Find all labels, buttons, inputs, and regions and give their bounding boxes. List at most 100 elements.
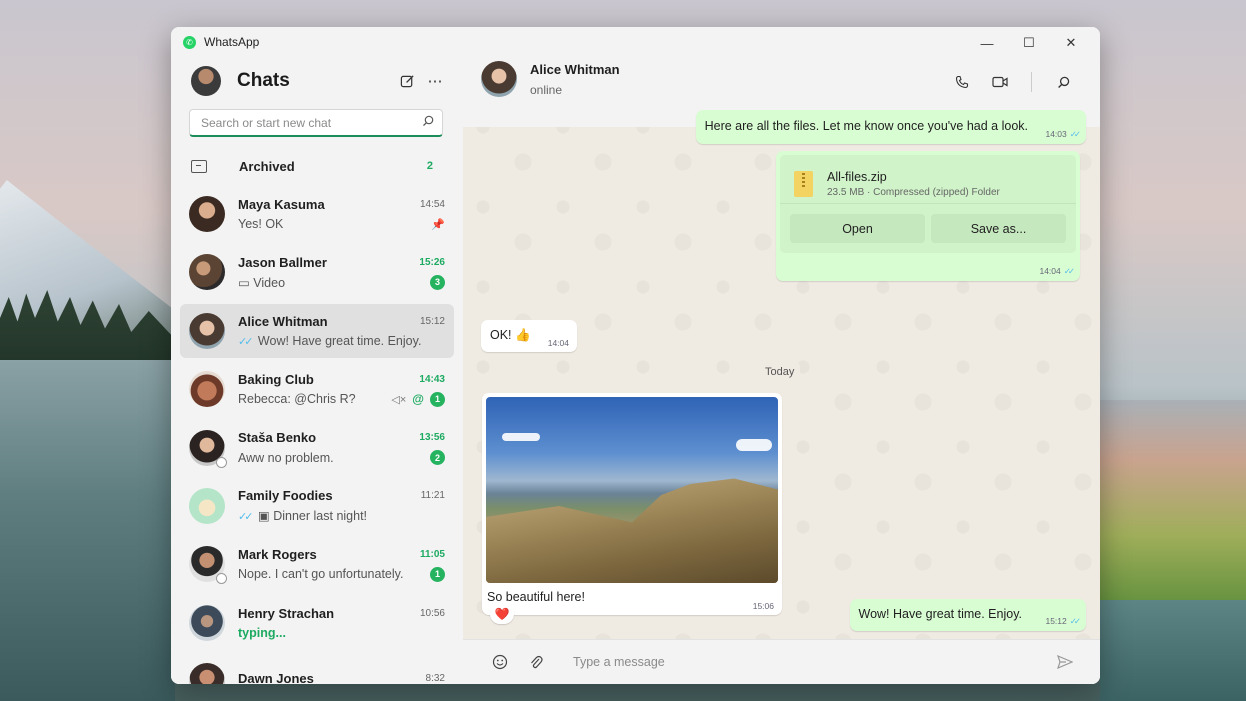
message-time: 14:03 <box>1045 129 1067 139</box>
whatsapp-window: ✆ WhatsApp Chats ⋯ Archived 2 <box>171 27 1100 684</box>
header-divider <box>1031 72 1032 92</box>
avatar <box>189 254 225 291</box>
chat-name: Dawn Jones <box>238 671 314 684</box>
avatar <box>189 487 225 524</box>
file-name: All-files.zip <box>827 170 887 184</box>
read-ticks-icon: ✓✓ <box>1063 266 1075 276</box>
message-outgoing[interactable]: Wow! Have great time. Enjoy. 15:12 ✓✓ <box>849 599 1086 631</box>
heart-icon: ❤️ <box>494 607 510 621</box>
chat-item-alice-whitman[interactable]: Alice Whitman 15:12 ✓✓ Wow! Have great ti… <box>180 303 454 358</box>
message-time: 15:06 <box>752 601 774 611</box>
photo-ridge <box>486 478 778 583</box>
message-text: Here are all the files. Let me know once… <box>704 119 1028 133</box>
video-call-icon[interactable] <box>985 69 1015 95</box>
chat-preview: Aww no problem. <box>238 450 334 465</box>
chat-name: Mark Rogers <box>238 546 317 562</box>
contact-avatar[interactable] <box>481 61 517 97</box>
chat-item-jason-ballmer[interactable]: Jason Ballmer 15:26 ▭ Video 3 <box>180 245 454 299</box>
chat-name: Family Foodies <box>238 488 333 504</box>
chat-sidebar: ✆ WhatsApp Chats ⋯ Archived 2 <box>171 27 463 684</box>
voice-call-icon[interactable] <box>947 69 977 95</box>
send-icon[interactable] <box>1052 649 1078 675</box>
message-text: OK! 👍 <box>490 328 531 342</box>
landscape-photo[interactable] <box>486 397 778 583</box>
avatar <box>189 312 225 349</box>
app-title: ✆ WhatsApp <box>183 35 259 49</box>
contact-status: online <box>530 82 563 97</box>
message-incoming[interactable]: OK! 👍 14:04 <box>481 320 577 352</box>
chat-preview: Rebecca: @Chris R? <box>238 392 356 407</box>
chat-item-dawn-jones[interactable]: Dawn Jones 8:32 <box>180 654 454 684</box>
close-icon[interactable]: ✕ <box>1050 32 1092 54</box>
message-outgoing[interactable]: Here are all the files. Let me know once… <box>695 110 1086 144</box>
chat-name: Henry Strachan <box>238 605 335 621</box>
chat-item-henry-strachan[interactable]: Henry Strachan 10:56 typing... <box>180 596 454 650</box>
search-box[interactable] <box>189 109 443 137</box>
typing-indicator: typing... <box>238 625 286 640</box>
mention-icon: @ <box>412 392 424 407</box>
chat-name: Jason Ballmer <box>238 254 327 270</box>
my-avatar[interactable] <box>191 66 221 96</box>
file-card: All-files.zip 23.5 MB · Compressed (zipp… <box>780 155 1076 253</box>
search-icon[interactable] <box>422 115 434 130</box>
maximize-icon[interactable]: ☐ <box>1008 32 1050 54</box>
chat-time: 15:12 <box>419 315 445 327</box>
status-icon <box>216 573 227 585</box>
message-time: 15:12 <box>1045 616 1067 626</box>
chat-item-baking-club[interactable]: Baking Club 14:43 Rebecca: @Chris R? ◁× @1 <box>180 362 454 416</box>
chat-name: Alice Whitman <box>238 313 328 329</box>
emoji-icon[interactable] <box>487 649 513 675</box>
photo-cloud <box>502 433 540 441</box>
ellipsis-icon[interactable]: ⋯ <box>421 67 449 95</box>
photo-message[interactable]: So beautiful here! 15:06 <box>482 393 782 615</box>
chat-name: Maya Kasuma <box>238 197 325 212</box>
message-input[interactable] <box>571 654 1052 670</box>
contact-name: Alice Whitman <box>530 61 620 77</box>
avatar <box>189 429 227 468</box>
archived-row[interactable]: Archived 2 <box>191 151 443 181</box>
sidebar-header: Chats ⋯ <box>191 65 449 97</box>
photo-cloud <box>736 439 772 451</box>
message-time: 14:04 <box>1039 266 1061 276</box>
chat-preview: Wow! Have great time. Enjoy. <box>257 333 422 348</box>
open-file-button[interactable]: Open <box>790 214 925 243</box>
search-input[interactable] <box>199 114 422 131</box>
chat-time: 14:43 <box>419 373 445 385</box>
chat-item-family-foodies[interactable]: Family Foodies 11:21 ✓✓ ▣ Dinner last nig… <box>180 479 454 533</box>
chat-time: 13:56 <box>419 432 445 444</box>
archived-label: Archived <box>239 158 295 174</box>
pin-icon: 📌 <box>431 218 445 231</box>
minimize-icon[interactable]: — <box>966 32 1008 54</box>
avatar <box>189 196 225 232</box>
wallpaper-water <box>1100 600 1246 701</box>
avatar <box>189 663 225 684</box>
unread-badge: 1 <box>430 391 445 407</box>
file-meta: 23.5 MB · Compressed (zipped) Folder <box>827 187 1000 198</box>
avatar <box>189 546 227 585</box>
chat-time: 11:05 <box>419 548 445 560</box>
heart-reaction[interactable]: ❤️ <box>490 604 514 624</box>
compose-icon[interactable] <box>393 67 421 95</box>
chat-item-mark-rogers[interactable]: Mark Rogers 11:05 Nope. I can't go unfort… <box>180 537 454 591</box>
date-divider: Today <box>759 361 801 383</box>
message-time: 14:04 <box>547 338 569 348</box>
chat-item-maya-kasuma[interactable]: Maya Kasuma 14:54 Yes! OK 📌 <box>180 187 454 241</box>
save-as-button[interactable]: Save as... <box>931 214 1066 243</box>
photo-icon: ▣ <box>257 509 274 524</box>
conversation-actions <box>939 69 1078 95</box>
read-ticks-icon: ✓✓ <box>1069 616 1081 626</box>
read-ticks-icon: ✓✓ <box>1069 129 1081 139</box>
message-text: Wow! Have great time. Enjoy. <box>858 607 1023 621</box>
muted-icon: ◁× <box>391 393 407 406</box>
window-controls: — ☐ ✕ <box>966 32 1092 54</box>
whatsapp-logo-icon: ✆ <box>183 35 196 49</box>
attach-icon[interactable] <box>523 649 549 675</box>
wallpaper-lake <box>0 360 175 701</box>
contact-info[interactable]: Alice Whitman online <box>481 61 620 97</box>
chat-list: Maya Kasuma 14:54 Yes! OK 📌 Jason Ballmer 1… <box>180 187 454 684</box>
avatar <box>189 604 225 641</box>
chat-item-stasa-benko[interactable]: Staša Benko 13:56 Aww no problem. 2 <box>180 421 454 475</box>
file-message: All-files.zip 23.5 MB · Compressed (zipp… <box>776 151 1080 281</box>
search-icon[interactable] <box>1048 69 1078 95</box>
chat-time: 10:56 <box>419 607 445 619</box>
